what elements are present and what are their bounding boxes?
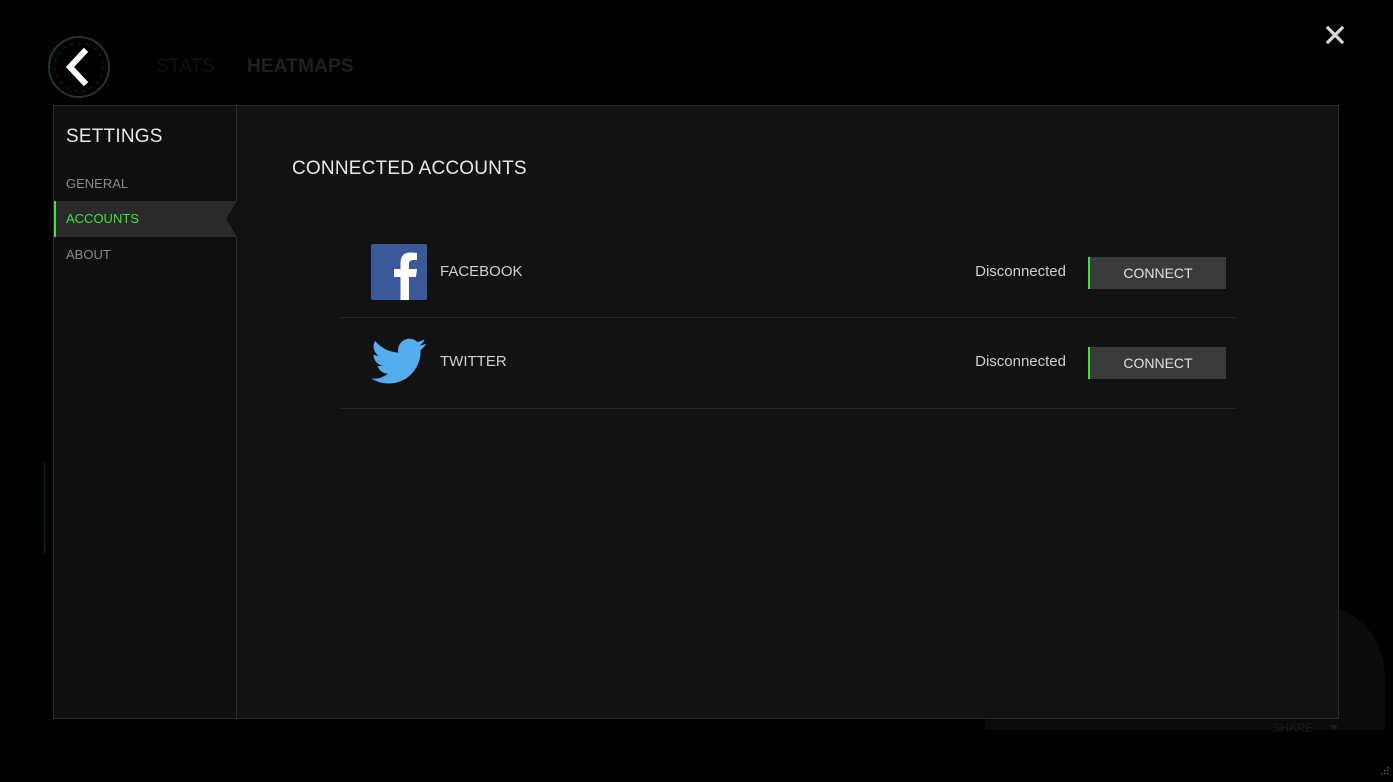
settings-title: SETTINGS xyxy=(66,126,163,147)
connection-status: Disconnected xyxy=(975,353,1066,370)
chevron-left-icon xyxy=(54,42,104,92)
twitter-icon xyxy=(371,338,427,384)
connect-button-facebook[interactable]: CONNECT xyxy=(1088,257,1226,289)
account-name: TWITTER xyxy=(440,353,507,370)
share-button[interactable]: SHARE xyxy=(1272,721,1313,735)
resize-grip-icon[interactable] xyxy=(1376,764,1390,778)
tab-heatmaps[interactable]: HEATMAPS xyxy=(247,56,354,78)
settings-sidebar: SETTINGS GENERAL ACCOUNTS ABOUT xyxy=(54,106,237,718)
sidebar-item-accounts[interactable]: ACCOUNTS xyxy=(54,201,237,237)
settings-dialog: SETTINGS GENERAL ACCOUNTS ABOUT CONNECTE… xyxy=(53,105,1339,719)
account-row-twitter: TWITTER Disconnected CONNECT xyxy=(340,318,1236,409)
connection-status: Disconnected xyxy=(975,263,1066,280)
facebook-icon xyxy=(371,244,427,300)
account-row-facebook: FACEBOOK Disconnected CONNECT xyxy=(340,227,1236,318)
chevron-down-icon[interactable] xyxy=(1330,725,1338,730)
app-window: STATS HEATMAPS SHARE SETTINGS GENERAL AC… xyxy=(0,0,1393,782)
sidebar-item-general[interactable]: GENERAL xyxy=(54,166,237,202)
back-button[interactable] xyxy=(48,36,110,98)
sidebar-item-about[interactable]: ABOUT xyxy=(54,237,237,273)
close-button[interactable] xyxy=(1322,22,1348,48)
section-title: CONNECTED ACCOUNTS xyxy=(292,158,527,179)
account-name: FACEBOOK xyxy=(440,263,523,280)
connect-button-twitter[interactable]: CONNECT xyxy=(1088,347,1226,379)
selected-indicator-arrow xyxy=(224,201,237,237)
close-icon xyxy=(1325,25,1345,45)
tab-stats[interactable]: STATS xyxy=(156,56,215,78)
